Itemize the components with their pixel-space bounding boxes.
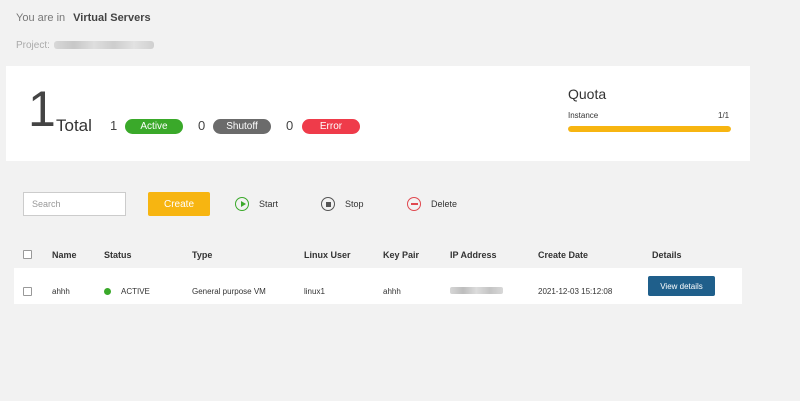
total-label: Total xyxy=(56,116,92,135)
total-count: 1 xyxy=(28,81,56,137)
active-badge: Active xyxy=(125,119,183,134)
ip-address-redacted xyxy=(450,287,503,294)
column-header-name[interactable]: Name xyxy=(52,250,77,260)
active-count: 1 xyxy=(110,118,118,133)
minus-circle-icon xyxy=(407,197,421,211)
project-info: Project: xyxy=(16,40,154,51)
create-button[interactable]: Create xyxy=(148,192,210,216)
select-all-checkbox[interactable] xyxy=(23,250,32,259)
delete-action[interactable]: Delete xyxy=(407,197,457,211)
quota-instance-value: 1/1 xyxy=(718,111,730,120)
project-label: Project: xyxy=(16,40,50,51)
breadcrumb: You are in Virtual Servers xyxy=(16,12,151,24)
table-row[interactable] xyxy=(14,268,742,304)
column-header-status[interactable]: Status xyxy=(104,250,132,260)
play-circle-icon xyxy=(235,197,249,211)
breadcrumb-current: Virtual Servers xyxy=(73,12,151,24)
column-header-details: Details xyxy=(652,250,682,260)
server-name: ahhh xyxy=(52,287,70,296)
search-input[interactable] xyxy=(23,192,126,216)
quota-progress-fill xyxy=(568,126,731,132)
column-header-type[interactable]: Type xyxy=(192,250,212,260)
error-count: 0 xyxy=(286,118,294,133)
column-header-linux-user[interactable]: Linux User xyxy=(304,250,351,260)
column-header-create-date[interactable]: Create Date xyxy=(538,250,588,260)
breadcrumb-prefix: You are in xyxy=(16,12,66,24)
quota-instance-label: Instance xyxy=(568,111,599,120)
project-name-redacted xyxy=(53,41,154,50)
quota-title: Quota xyxy=(568,86,607,102)
stop-label: Stop xyxy=(345,199,364,209)
status-dot-icon xyxy=(104,288,111,295)
server-status: ACTIVE xyxy=(121,287,150,296)
stop-circle-icon xyxy=(321,197,335,211)
server-linux-user: linux1 xyxy=(304,287,325,296)
column-header-ip-address[interactable]: IP Address xyxy=(450,250,497,260)
stop-action[interactable]: Stop xyxy=(321,197,364,211)
view-details-button[interactable]: View details xyxy=(648,276,715,296)
start-action[interactable]: Start xyxy=(235,197,278,211)
quota-progress-bar xyxy=(568,126,731,132)
start-label: Start xyxy=(259,199,279,209)
shutoff-count: 0 xyxy=(198,118,206,133)
server-key-pair: ahhh xyxy=(383,287,401,296)
server-create-date: 2021-12-03 15:12:08 xyxy=(538,287,613,296)
column-header-key-pair[interactable]: Key Pair xyxy=(383,250,419,260)
delete-label: Delete xyxy=(431,199,458,209)
server-type: General purpose VM xyxy=(192,287,266,296)
row-checkbox[interactable] xyxy=(23,287,32,296)
summary-card: 1 Total 1 Active 0 Shutoff 0 Error Quota… xyxy=(6,66,750,161)
shutoff-badge: Shutoff xyxy=(213,119,271,134)
error-badge: Error xyxy=(302,119,360,134)
